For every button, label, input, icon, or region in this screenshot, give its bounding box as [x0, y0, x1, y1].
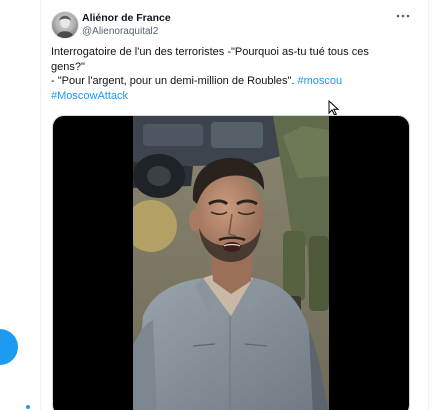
tweet-card[interactable]: Aliénor de France @Alienoraquital2 Inter… — [41, 0, 428, 410]
video-player[interactable] — [52, 115, 410, 410]
video-frame[interactable] — [133, 116, 329, 410]
tweet-text-line: #MoscowAttack — [51, 89, 401, 104]
notification-dot-icon — [26, 405, 30, 409]
compose-post-button[interactable] — [0, 329, 18, 365]
more-horizontal-icon — [396, 14, 410, 18]
avatar[interactable] — [51, 11, 79, 39]
author-handle[interactable]: @Alienoraquital2 — [82, 26, 158, 37]
mouse-cursor-icon — [328, 100, 340, 116]
more-options-button[interactable] — [394, 9, 412, 23]
tweet-text-line: Interrogatoire de l'un des terroristes -… — [51, 46, 369, 58]
page: Aliénor de France @Alienoraquital2 Inter… — [0, 0, 446, 410]
column-divider-right — [428, 0, 429, 410]
tweet-text-line: - "Pour l'argent, pour un demi-million d… — [51, 74, 401, 89]
hashtag-link-moscou[interactable]: #moscou — [298, 75, 343, 87]
hashtag-link-moscowattack[interactable]: #MoscowAttack — [51, 90, 128, 102]
tweet-text-line: gens?" — [51, 60, 85, 73]
author-display-name[interactable]: Aliénor de France — [82, 12, 171, 24]
tweet-text: Interrogatoire de l'un des terroristes -… — [51, 45, 401, 103]
tweet-text-quote: - "Pour l'argent, pour un demi-million d… — [51, 75, 298, 87]
